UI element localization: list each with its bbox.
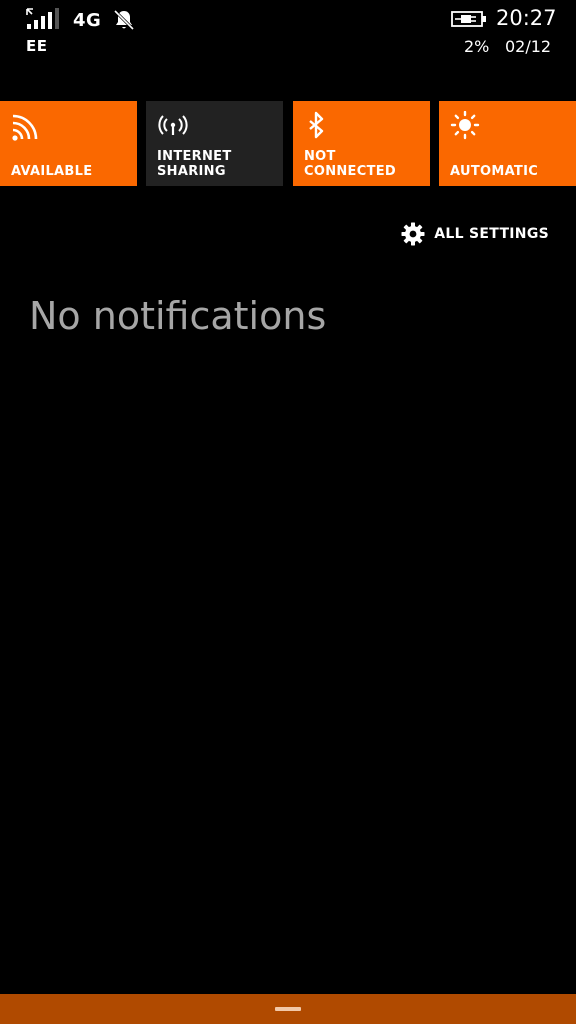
tile-bluetooth[interactable]: NOT CONNECTED	[293, 101, 430, 186]
drag-handle[interactable]	[275, 1007, 301, 1011]
tile-label: AVAILABLE	[11, 164, 93, 179]
battery-charging-icon	[451, 11, 486, 27]
tile-wifi[interactable]: AVAILABLE	[0, 101, 137, 186]
date: 02/12	[505, 37, 552, 56]
tile-internet-sharing[interactable]: INTERNET SHARING	[146, 101, 283, 186]
brightness-icon	[450, 111, 480, 140]
all-settings-link[interactable]: ALL SETTINGS	[401, 221, 549, 247]
quick-actions: AVAILABLE INTERNET SHARING NOT CONNECTED	[0, 101, 576, 186]
tile-brightness[interactable]: AUTOMATIC	[439, 101, 576, 186]
signal-strength-icon	[26, 8, 59, 29]
bell-off-icon	[113, 9, 135, 31]
action-center-handle-bar[interactable]	[0, 994, 576, 1024]
network-type: 4G	[73, 10, 102, 31]
battery-percent: 2%	[464, 37, 490, 56]
bluetooth-icon	[309, 111, 324, 139]
clock-time: 20:27	[496, 6, 557, 30]
tile-label: AUTOMATIC	[450, 164, 539, 179]
tile-label: INTERNET SHARING	[157, 149, 232, 179]
status-bar: 4G EE 20:27 2% 02/12	[0, 0, 576, 70]
gear-icon	[401, 222, 425, 246]
internet-sharing-icon	[158, 115, 188, 135]
all-settings-label: ALL SETTINGS	[434, 226, 549, 242]
carrier-name: EE	[26, 37, 48, 55]
tile-label: NOT CONNECTED	[304, 149, 397, 179]
no-notifications-message: No notifications	[29, 294, 327, 338]
wifi-icon	[12, 114, 38, 141]
